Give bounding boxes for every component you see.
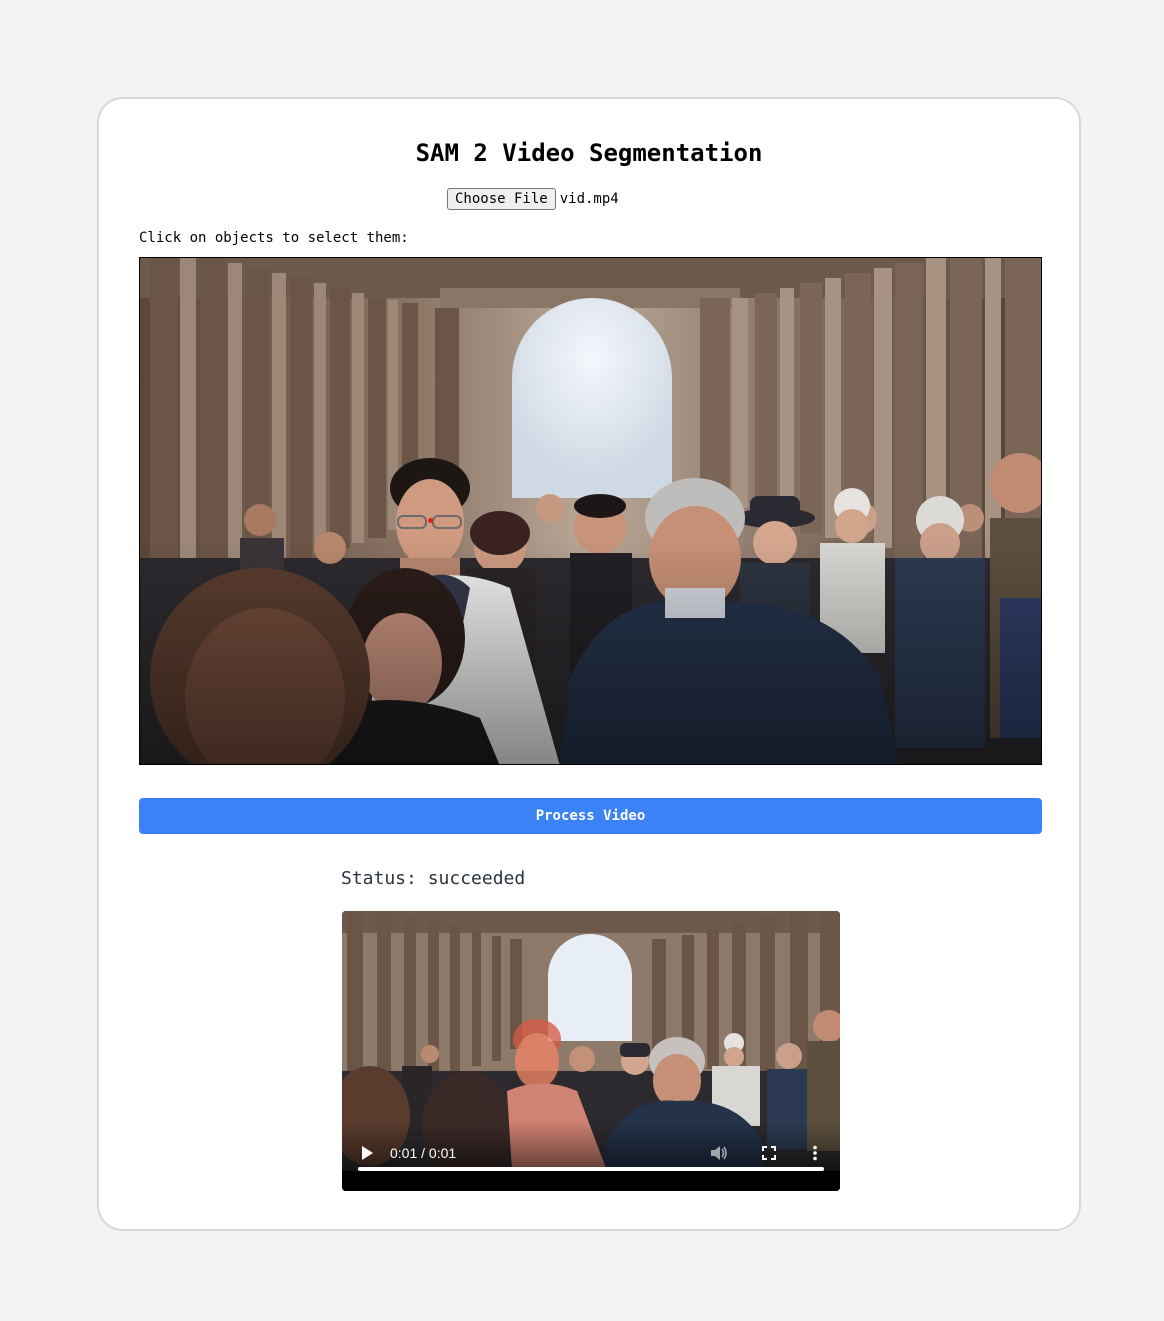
status-text: Status: succeeded: [341, 868, 526, 889]
video-progress-fill: [358, 1167, 824, 1171]
fullscreen-icon[interactable]: [761, 1145, 777, 1164]
volume-icon[interactable]: [710, 1145, 728, 1164]
selected-file-name: vid.mp4: [559, 191, 619, 207]
more-options-icon[interactable]: [812, 1145, 818, 1164]
video-controls-bar: [342, 1171, 840, 1191]
app-card: SAM 2 Video Segmentation Choose File vid…: [97, 97, 1081, 1231]
play-icon[interactable]: [360, 1145, 374, 1164]
file-input: Choose File vid.mp4: [447, 188, 619, 210]
video-progress-bar[interactable]: [358, 1167, 824, 1171]
choose-file-button[interactable]: Choose File: [447, 188, 556, 210]
selection-instruction: Click on objects to select them:: [139, 230, 409, 246]
page-title: SAM 2 Video Segmentation: [415, 139, 763, 167]
process-video-button[interactable]: Process Video: [139, 798, 1042, 834]
selection-point-marker: [428, 518, 433, 523]
time-display: 0:01 / 0:01: [390, 1145, 457, 1161]
frame-image: [140, 258, 1041, 764]
video-frame-canvas[interactable]: [139, 257, 1042, 765]
result-video-player[interactable]: 0:01 / 0:01: [342, 911, 840, 1191]
